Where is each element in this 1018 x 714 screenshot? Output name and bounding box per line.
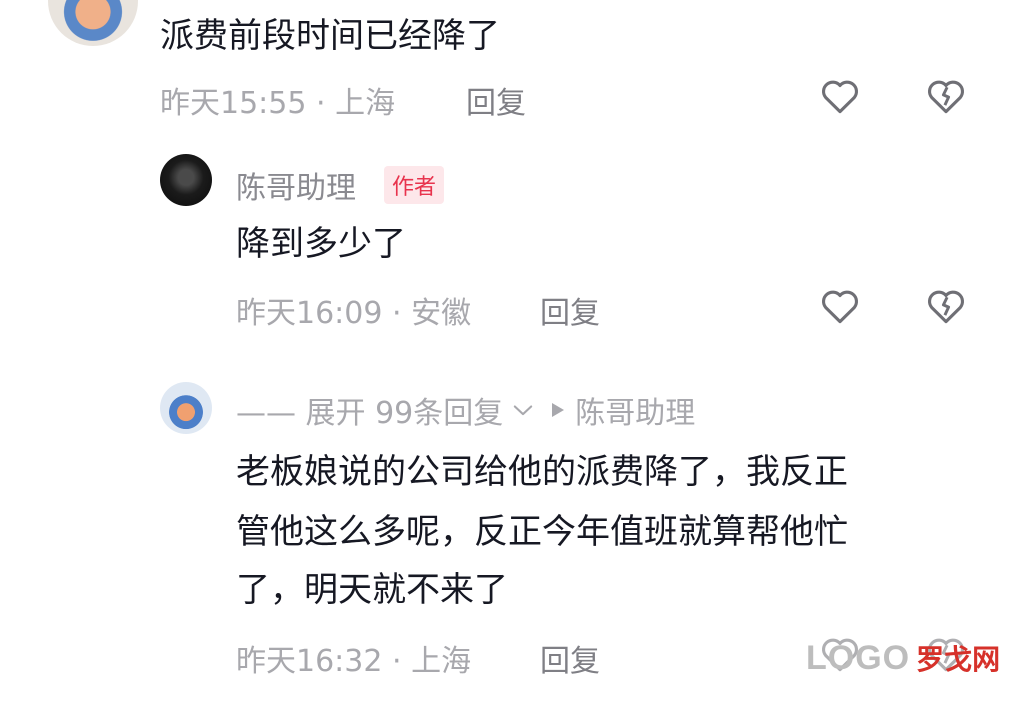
comment-text-line: 管他这么多呢，反正今年值班就算帮他忙 (236, 512, 848, 552)
chevron-down-icon[interactable] (509, 396, 537, 424)
reply-button[interactable]: 回复 (540, 636, 600, 680)
comment-time-location: 昨天16:32 · 上海 (236, 644, 472, 679)
comment-text-line: 了，明天就不来了 (236, 570, 508, 610)
avatar[interactable] (160, 382, 212, 434)
reply-to-username[interactable]: 陈哥助理 (575, 388, 695, 432)
broken-heart-icon[interactable] (924, 74, 968, 118)
watermark-site-name: 罗戈网 (916, 643, 1001, 676)
comment-time-location: 昨天16:09 · 安徽 (236, 296, 472, 331)
avatar[interactable] (48, 0, 138, 46)
comment-time-location: 昨天15:55 · 上海 (160, 86, 396, 121)
comment-text: 派费前段时间已经降了 (160, 16, 500, 56)
heart-icon[interactable] (818, 284, 862, 328)
comment-text-line: 老板娘说的公司给他的派费降了，我反正 (236, 452, 848, 492)
username[interactable]: 陈哥助理 (236, 163, 356, 207)
broken-heart-icon[interactable] (924, 284, 968, 328)
watermark-logo: LOGO 罗戈网 (806, 634, 1000, 682)
comment-text: 降到多少了 (236, 224, 406, 264)
expand-replies-row[interactable]: —— 展开 99条回复 陈哥助理 (236, 388, 695, 432)
author-badge: 作者 (384, 166, 445, 204)
watermark-letters: LOGO (806, 638, 911, 677)
reply-button[interactable]: 回复 (540, 288, 600, 332)
reply-button[interactable]: 回复 (466, 78, 526, 122)
avatar[interactable] (160, 154, 212, 206)
expand-replies-button[interactable]: —— 展开 99条回复 (236, 388, 503, 432)
play-triangle-icon (549, 400, 567, 420)
heart-icon[interactable] (818, 74, 862, 118)
